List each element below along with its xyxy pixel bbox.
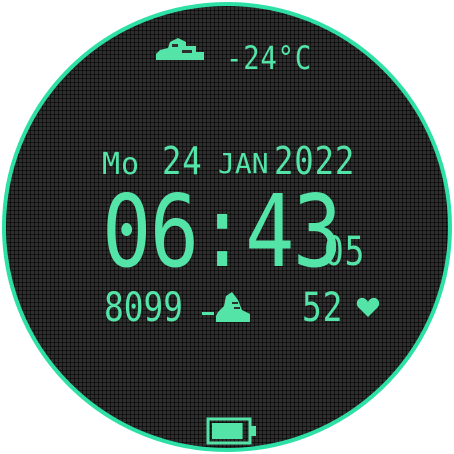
time-seconds: 05 xyxy=(324,229,366,275)
heart-icon xyxy=(356,297,380,317)
step-count: 8099 xyxy=(104,285,183,331)
cloud-icon xyxy=(156,38,204,60)
heart-rate: 52 xyxy=(302,285,344,331)
temperature: -24°C xyxy=(226,39,313,77)
time-hours-minutes: 06:43 xyxy=(102,173,342,290)
watch-face: -24°C Mo 24 JAN 2022 06:43 05 8099 52 xyxy=(2,2,452,452)
battery-icon xyxy=(206,417,256,445)
shoe-icon xyxy=(202,292,250,322)
